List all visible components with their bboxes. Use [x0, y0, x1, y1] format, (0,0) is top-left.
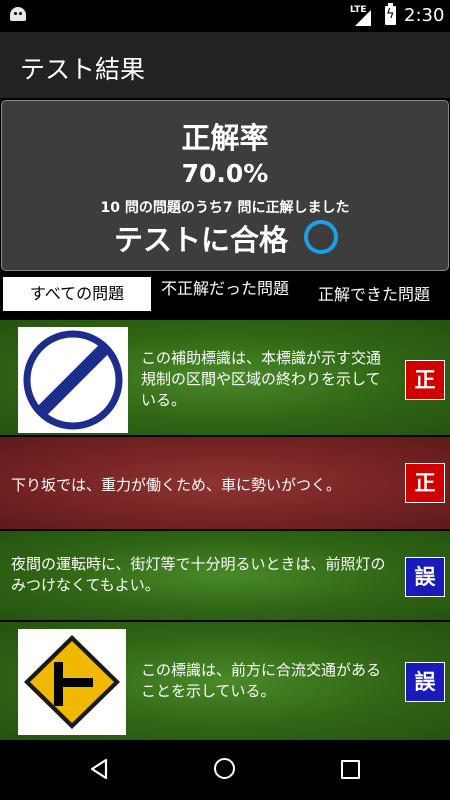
recent-apps-icon[interactable]	[341, 760, 360, 779]
question-filter-tabs: すべての問題 不正解だった問題 正解できた問題	[0, 272, 450, 316]
accuracy-heading: 正解率	[181, 121, 269, 155]
question-text: この標識は、前方に合流交通があることを示している。	[141, 661, 382, 700]
status-bar: LTE ϟ 2:30	[0, 0, 450, 32]
list-item[interactable]: 下り坂では、重力が働くため、車に勢いがつく。 正	[0, 437, 450, 529]
pass-verdict: テストに合格	[114, 223, 289, 257]
list-item[interactable]: この標識は、前方に合流交通があることを示している。 誤	[0, 622, 450, 740]
result-summary-card: 正解率 70.0% 10 問の問題のうち7 問に正解しました テストに合格	[1, 100, 449, 271]
merging-traffic-sign-icon	[18, 629, 126, 735]
result-summary-text: 10 問の問題のうち7 問に正解しました	[100, 200, 350, 216]
android-icon	[10, 7, 26, 21]
app-bar: テスト結果	[0, 32, 450, 98]
tab-incorrect-questions[interactable]: 不正解だった問題	[160, 280, 290, 318]
back-icon[interactable]	[88, 758, 110, 780]
page-title: テスト結果	[20, 55, 146, 84]
wrong-badge: 誤	[405, 662, 445, 702]
correct-badge: 正	[405, 360, 445, 400]
battery-icon: ϟ	[385, 3, 396, 25]
tab-correct-questions[interactable]: 正解できた問題	[300, 272, 448, 308]
system-nav-bar	[0, 740, 450, 800]
accuracy-percent: 70.0%	[181, 159, 269, 188]
question-text: この補助標識は、本標識が示す交通規制の区間や区域の終わりを示している。	[141, 349, 382, 409]
home-icon[interactable]	[214, 758, 235, 779]
list-item[interactable]: この補助標識は、本標識が示す交通規制の区間や区域の終わりを示している。 正	[0, 320, 450, 435]
question-text: 夜間の運転時に、街灯等で十分明るいときは、前照灯のみつけなくてもよい。	[11, 555, 386, 594]
network-type: LTE	[350, 5, 367, 15]
end-of-restriction-sign-icon	[18, 327, 128, 433]
wrong-badge: 誤	[405, 557, 445, 597]
question-text: 下り坂では、重力が働くため、車に勢いがつく。	[11, 476, 342, 494]
tab-all-questions[interactable]: すべての問題	[3, 277, 151, 311]
correct-badge: 正	[405, 463, 445, 503]
list-item[interactable]: 夜間の運転時に、街灯等で十分明るいときは、前照灯のみつけなくてもよい。 誤	[0, 531, 450, 620]
pass-circle-icon	[304, 220, 338, 254]
status-time: 2:30	[404, 5, 445, 26]
